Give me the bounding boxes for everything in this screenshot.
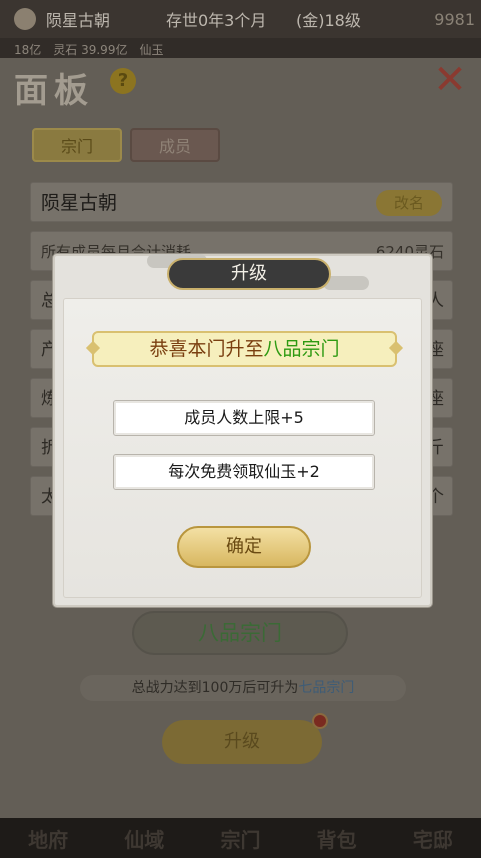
congrats-banner: 恭喜本门升至八品宗门 — [92, 331, 397, 367]
upgrade-dialog: 升级 恭喜本门升至八品宗门 成员人数上限+5 每次免费领取仙玉+2 确定 — [53, 254, 432, 607]
benefit-free-jade: 每次免费领取仙玉+2 — [113, 454, 375, 490]
congrats-grade: 八品宗门 — [263, 338, 340, 360]
benefit-member-limit: 成员人数上限+5 — [113, 400, 375, 436]
dialog-title: 升级 — [167, 258, 331, 290]
confirm-button[interactable]: 确定 — [177, 526, 311, 568]
modal-overlay: 升级 恭喜本门升至八品宗门 成员人数上限+5 每次免费领取仙玉+2 确定 — [0, 0, 481, 858]
congrats-text: 恭喜本门升至 — [149, 338, 264, 360]
